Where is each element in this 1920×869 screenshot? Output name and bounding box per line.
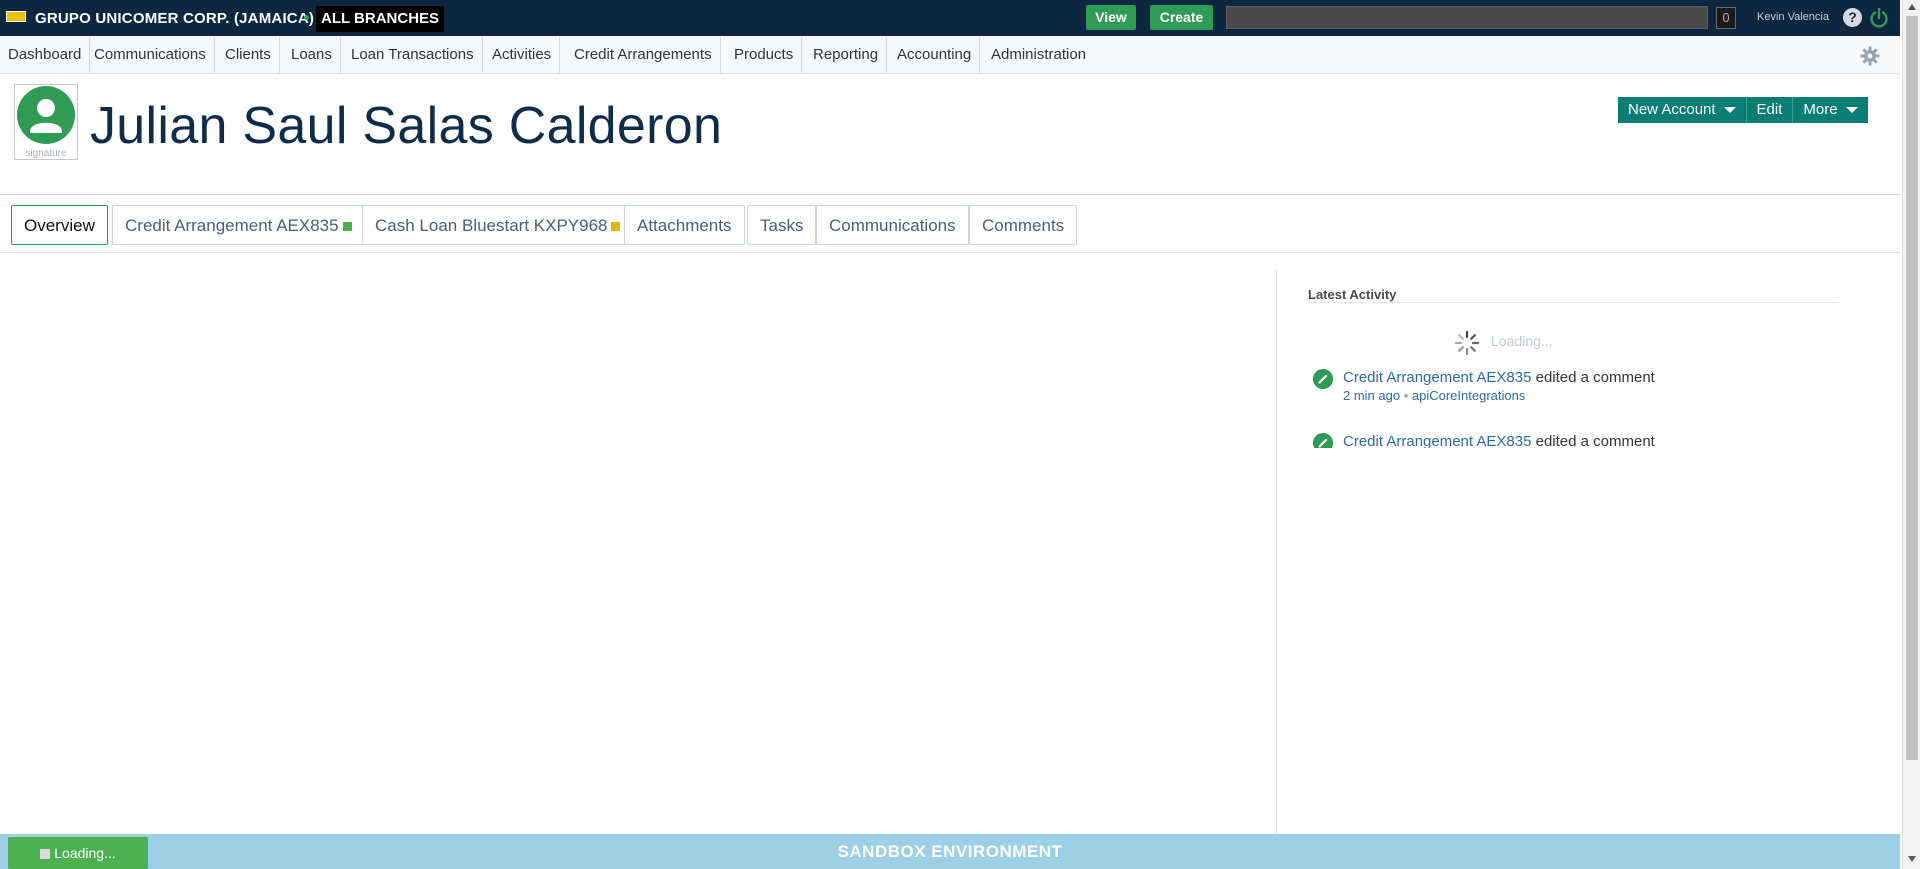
top-bar: GRUPO UNICOMER CORP. (JAMAICA) ALL BRANC…	[0, 0, 1900, 36]
help-icon[interactable]: ?	[1843, 8, 1862, 27]
activity-user[interactable]: apiCoreIntegrations	[1412, 388, 1525, 403]
loading-indicator: Loading...	[8, 837, 148, 869]
activity-item: Credit Arrangement AEX835 edited a comme…	[1343, 433, 1655, 448]
user-icon	[30, 99, 62, 133]
activity-item: Credit Arrangement AEX835 edited a comme…	[1343, 369, 1655, 386]
activity-meta: 2 min ago • apiCoreIntegrations	[1343, 388, 1525, 403]
notification-counter[interactable]: 0	[1716, 7, 1736, 29]
loading-label: Loading...	[54, 845, 116, 861]
client-avatar[interactable]: signature	[14, 84, 78, 160]
nav-products[interactable]: Products	[726, 37, 803, 73]
search-input[interactable]	[1226, 6, 1708, 29]
activity-time: 2 min ago	[1343, 388, 1401, 403]
activity-link[interactable]: Credit Arrangement AEX835	[1343, 369, 1531, 386]
create-button[interactable]: Create	[1150, 5, 1213, 30]
tab-label: Cash Loan Bluestart KXPY968	[375, 216, 608, 235]
edit-button[interactable]: Edit	[1747, 97, 1794, 123]
branch-selector[interactable]: ALL BRANCHES	[316, 6, 445, 32]
tab-overview[interactable]: Overview	[11, 205, 108, 245]
page-title: Julian Saul Salas Calderon	[90, 97, 723, 155]
activity-action: edited a comment	[1531, 433, 1655, 448]
tab-tasks[interactable]: Tasks	[747, 205, 817, 245]
tab-attachments[interactable]: Attachments	[624, 205, 745, 245]
activity-item-clipped: Credit Arrangement AEX835 edited a comme…	[1300, 430, 1860, 448]
tabs-divider	[0, 252, 1900, 253]
tab-label: Credit Arrangement AEX835	[125, 216, 339, 235]
nav-activities[interactable]: Activities	[484, 37, 561, 73]
main-nav: Dashboard Communications Clients Loans L…	[0, 37, 1900, 74]
chevron-down-icon	[1845, 107, 1858, 114]
tab-credit-arrangement[interactable]: Credit Arrangement AEX835	[112, 205, 365, 245]
pencil-icon	[1313, 433, 1333, 448]
nav-loan-transactions[interactable]: Loan Transactions	[343, 37, 483, 73]
activity-action: edited a comment	[1531, 369, 1655, 386]
header-divider	[0, 194, 1900, 195]
pencil-icon	[1313, 369, 1333, 389]
nav-reporting[interactable]: Reporting	[805, 37, 888, 73]
scroll-thumb[interactable]	[1906, 16, 1918, 760]
tab-comments[interactable]: Comments	[969, 205, 1078, 245]
user-name[interactable]: Kevin Valencia	[1757, 11, 1829, 23]
view-button[interactable]: View	[1086, 5, 1136, 30]
more-label: More	[1803, 101, 1838, 118]
loading-text: Loading...	[1491, 333, 1553, 349]
tab-cash-loan[interactable]: Cash Loan Bluestart KXPY968	[362, 205, 634, 245]
environment-banner: SANDBOX ENVIRONMENT	[837, 842, 1063, 861]
power-icon[interactable]	[1868, 7, 1890, 29]
signature-label: signature	[25, 148, 67, 159]
organization-name[interactable]: GRUPO UNICOMER CORP. (JAMAICA)	[35, 10, 314, 27]
avatar	[17, 86, 75, 144]
more-button[interactable]: More	[1793, 97, 1867, 123]
action-button-group: New Account Edit More	[1618, 97, 1868, 123]
status-indicator	[611, 222, 621, 232]
environment-footer: SANDBOX ENVIRONMENT Loading...	[0, 834, 1900, 869]
nav-credit-arrangements[interactable]: Credit Arrangements	[566, 37, 721, 73]
nav-accounting[interactable]: Accounting	[889, 37, 981, 73]
latest-activity-rule	[1308, 302, 1838, 303]
latest-activity-title: Latest Activity	[1308, 287, 1397, 302]
scroll-up-icon[interactable]	[1908, 4, 1916, 10]
nav-loans[interactable]: Loans	[283, 37, 341, 73]
nav-administration[interactable]: Administration	[983, 37, 1094, 73]
vertical-scrollbar[interactable]	[1902, 0, 1920, 869]
spinner-icon	[1454, 330, 1480, 356]
new-account-button[interactable]: New Account	[1618, 97, 1747, 123]
nav-communications[interactable]: Communications	[86, 37, 215, 73]
new-account-label: New Account	[1628, 101, 1716, 118]
nav-dashboard[interactable]: Dashboard	[0, 37, 91, 73]
separator-dot	[304, 15, 309, 20]
content-divider	[1276, 270, 1277, 835]
scroll-down-icon[interactable]	[1908, 856, 1916, 862]
gear-icon[interactable]	[1860, 46, 1880, 66]
loading-icon	[40, 849, 51, 860]
chevron-down-icon	[1723, 107, 1736, 114]
status-indicator	[342, 222, 352, 232]
nav-clients[interactable]: Clients	[217, 37, 280, 73]
activity-separator: •	[1400, 388, 1412, 403]
activity-link[interactable]: Credit Arrangement AEX835	[1343, 433, 1531, 448]
tab-communications[interactable]: Communications	[816, 205, 969, 245]
company-logo	[6, 11, 26, 22]
